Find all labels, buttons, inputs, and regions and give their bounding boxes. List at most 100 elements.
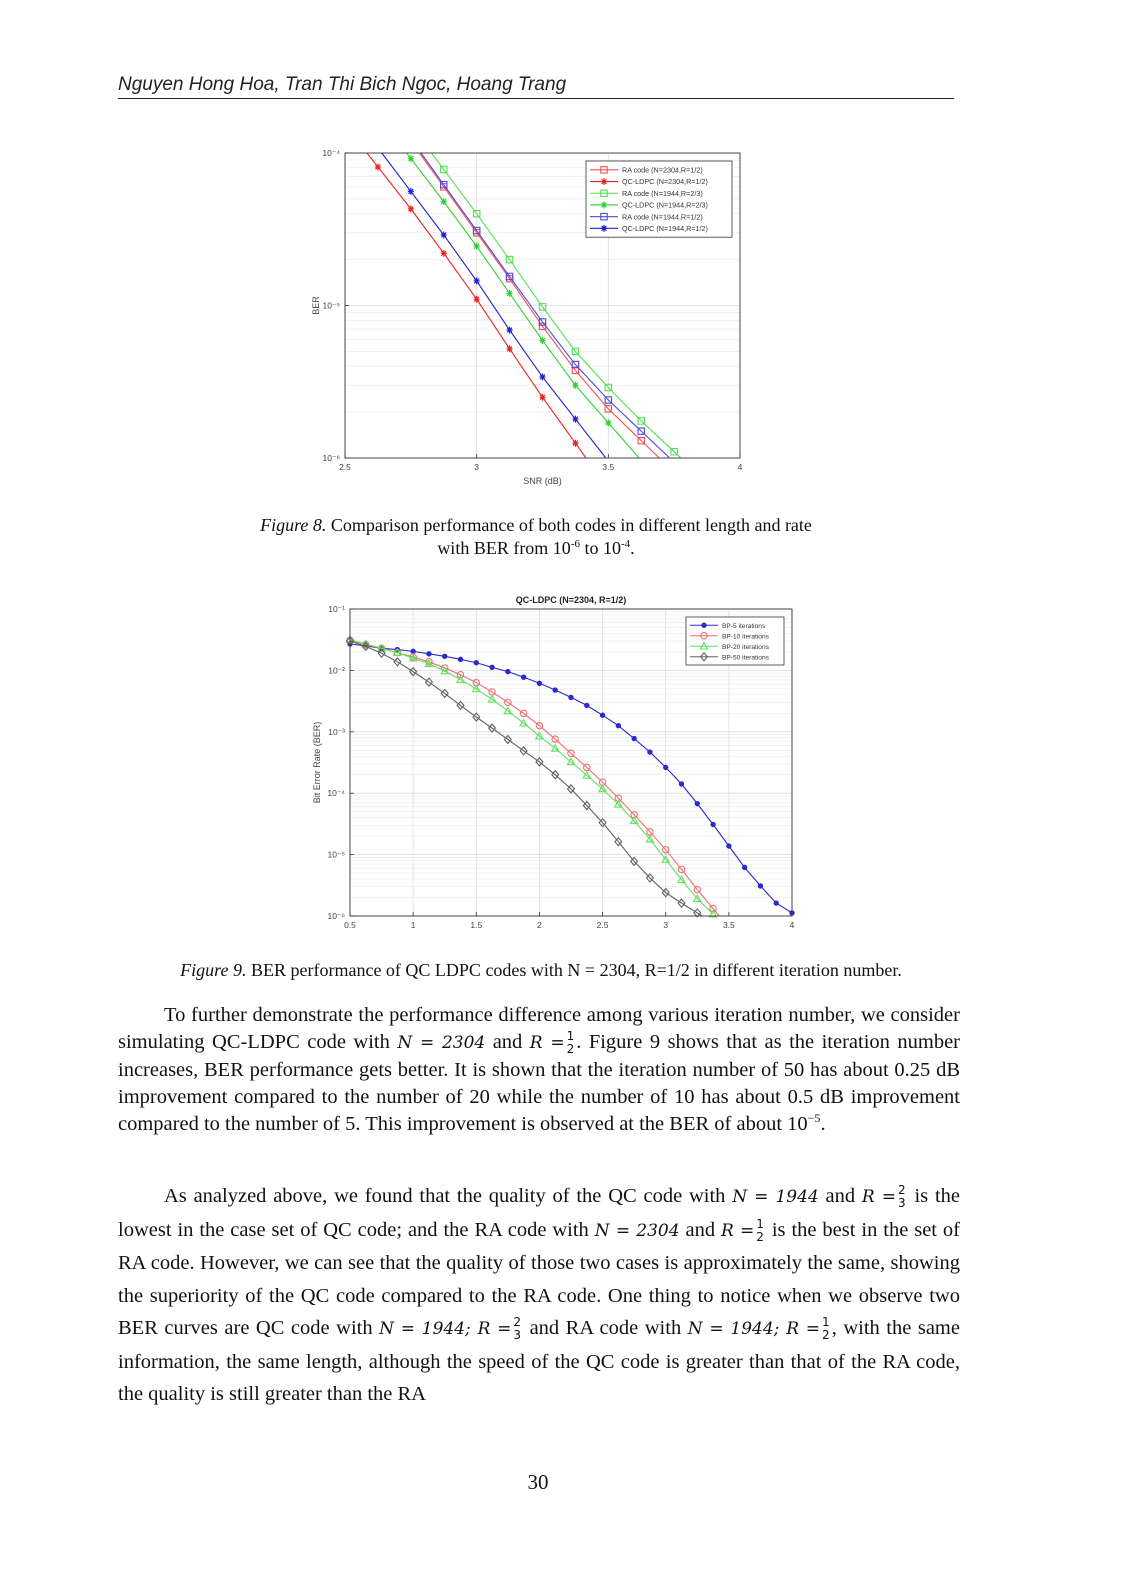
y-tick-label: 10⁻⁴: [327, 788, 345, 798]
data-point: [410, 648, 416, 655]
x-axis-label: SNR (dB): [523, 476, 562, 486]
legend-label: RA code (N=1944,R=2/3): [622, 189, 703, 198]
data-point: [757, 883, 764, 889]
legend-label: RA code (N=2304,R=1/2): [622, 165, 703, 174]
x-tick-label: 3.5: [723, 920, 735, 930]
x-tick-label: 3: [663, 920, 668, 930]
math-n: N = 2304: [397, 1033, 486, 1053]
data-point: [572, 415, 579, 423]
data-point: [426, 651, 432, 657]
y-axis-label: BER: [311, 296, 321, 315]
y-tick-label: 10⁻⁴: [322, 148, 340, 158]
figure-8: 2.5 3 3.5 4 10⁻⁶ 10⁻⁵ 10⁻⁴ SNR (dB) BER RA code (…: [300, 140, 760, 495]
x-tick-label: 2.5: [339, 462, 351, 472]
fraction: 23: [898, 1183, 906, 1211]
y-tick-label: 10⁻²: [328, 665, 345, 675]
legend-marker: [601, 224, 607, 232]
data-point: [584, 702, 590, 709]
x-tick-label: 1.5: [470, 920, 482, 930]
figure-8-caption-line1: Comparison performance of both codes in …: [326, 515, 812, 535]
data-point: [505, 668, 511, 675]
legend: BP-5 iterations BP-10 iterations BP-20 ite…: [685, 616, 785, 666]
text: .: [820, 1113, 826, 1135]
math-r: R =: [721, 1220, 755, 1241]
data-point: [773, 900, 779, 906]
math-nr: N = 1944; R =: [379, 1319, 512, 1339]
legend-item: RA code (N=2304,R=1/2): [590, 165, 703, 174]
data-point: [741, 864, 748, 871]
data-point: [568, 694, 574, 701]
legend-label: BP-5 iterations: [722, 623, 766, 630]
text: and RA code with: [523, 1317, 688, 1339]
legend-label: QC-LDPC (N=2304,R=1/2): [622, 177, 708, 186]
data-point: [457, 656, 464, 663]
x-tick-label: 4: [738, 462, 743, 472]
legend-label: QC-LDPC (N=1944,R=1/2): [622, 224, 708, 233]
data-point: [631, 735, 637, 742]
y-tick-label: 10⁻³: [328, 727, 345, 737]
fraction: 12: [822, 1315, 830, 1343]
x-tick-label: 1: [411, 920, 416, 930]
data-point: [473, 660, 479, 666]
data-point: [440, 198, 447, 206]
data-point: [726, 843, 732, 849]
x-tick-label: 0.5: [344, 920, 356, 930]
data-point: [440, 231, 447, 239]
running-header: Nguyen Hong Hoa, Tran Thi Bich Ngoc, Hoa…: [118, 74, 954, 99]
legend-label: QC-LDPC (N=1944,R=2/3): [622, 201, 708, 210]
figure-9-chart: 0.5 1 1.5 2 2.5 3 3.5 4 10⁻⁶ 10⁻⁵ 10⁻⁴ 10⁻³ 10⁻² 10⁻¹…: [312, 595, 795, 930]
y-tick-label: 10⁻⁶: [328, 911, 345, 921]
data-point: [647, 749, 653, 755]
data-point: [552, 687, 558, 693]
y-tick-label: 10⁻¹: [328, 604, 345, 614]
y-tick-label: 10⁻⁶: [323, 453, 340, 463]
math-n: N = 1944: [732, 1187, 819, 1207]
paragraph-2: As analyzed above, we found that the qua…: [118, 1180, 960, 1411]
legend-marker: [601, 201, 607, 209]
data-point: [572, 439, 579, 447]
data-point: [506, 326, 513, 334]
legend-label: BP-50 iterations: [722, 654, 770, 661]
legend-label: BP-20 iterations: [722, 644, 770, 651]
figure-8-exp2: -4: [621, 538, 631, 550]
legend-label: BP-10 iterations: [722, 633, 770, 640]
x-tick-label: 3: [474, 462, 479, 472]
data-point: [473, 295, 480, 303]
text: and: [485, 1031, 530, 1053]
math-n: N = 2304: [594, 1220, 680, 1241]
data-point: [615, 722, 622, 729]
paragraph-1: To further demonstrate the performance d…: [118, 1002, 960, 1138]
data-point: [539, 336, 546, 344]
figure-8-caption-end: .: [630, 538, 635, 558]
figure-8-caption-mid: to 10: [579, 538, 621, 558]
data-point: [539, 373, 546, 381]
text: and: [818, 1185, 862, 1207]
fraction: 23: [513, 1315, 522, 1343]
data-point: [506, 345, 513, 353]
text: and: [679, 1218, 722, 1241]
figure-8-caption: Figure 8. Comparison performance of both…: [118, 514, 954, 560]
data-point: [374, 163, 381, 171]
x-tick-label: 3.5: [602, 462, 614, 472]
y-axis-label: Bit Error Rate (BER): [312, 722, 322, 804]
data-point: [539, 393, 546, 401]
chart-title: QC-LDPC (N=2304, R=1/2): [516, 595, 627, 605]
data-point: [536, 680, 543, 686]
legend-label: RA code (N=1944,R=1/2): [622, 212, 703, 221]
legend-item: RA code (N=1944,R=2/3): [590, 189, 703, 198]
data-point: [694, 800, 700, 807]
y-tick-label: 10⁻⁵: [328, 850, 345, 860]
data-point: [572, 381, 579, 389]
data-point: [442, 653, 448, 659]
fraction: 12: [566, 1029, 575, 1057]
math-r: R =: [861, 1187, 897, 1207]
data-point: [710, 821, 716, 828]
figure-9-caption: Figure 9. BER performance of QC LDPC cod…: [118, 959, 964, 982]
data-point: [678, 781, 685, 787]
figure-9: 0.5 1 1.5 2 2.5 3 3.5 4 10⁻⁶ 10⁻⁵ 10⁻⁴ 10⁻³ 10⁻² 10⁻¹…: [300, 580, 800, 930]
exponent: −5: [807, 1111, 821, 1125]
data-point: [473, 277, 480, 285]
legend-item: RA code (N=1944,R=1/2): [590, 212, 703, 221]
y-tick-label: 10⁻⁵: [323, 301, 340, 311]
data-point: [407, 187, 414, 195]
